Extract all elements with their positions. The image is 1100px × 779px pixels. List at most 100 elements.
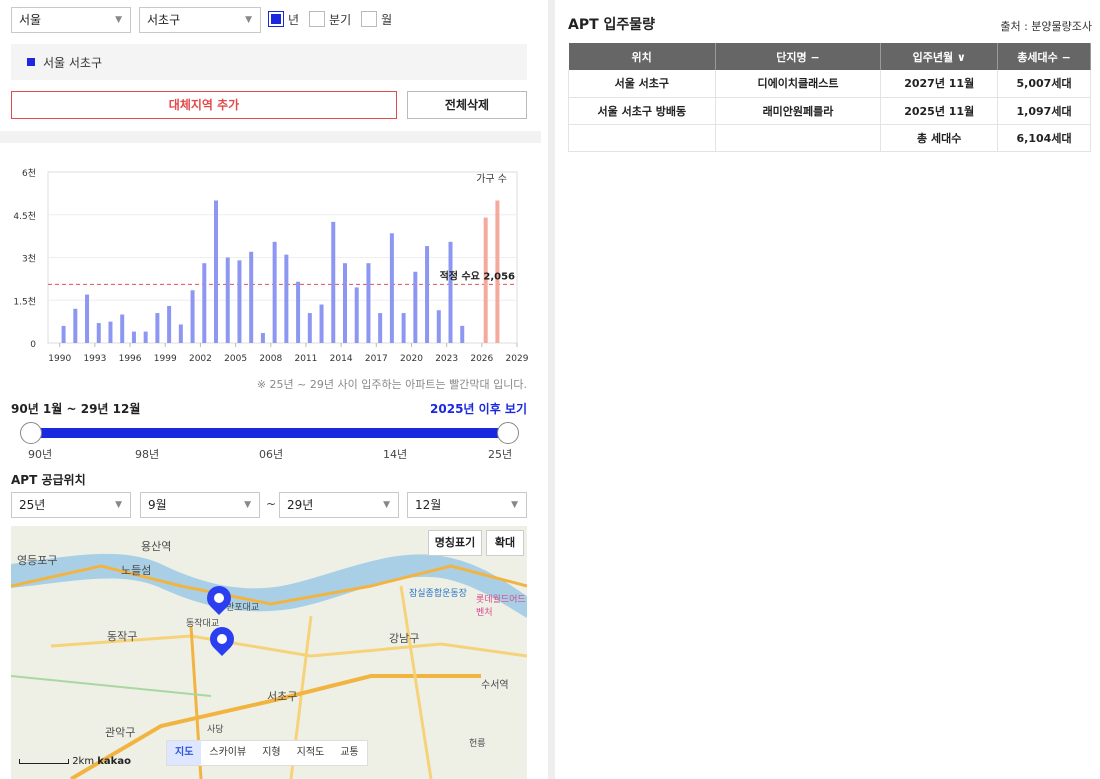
period-month-checkbox[interactable]	[361, 11, 378, 27]
col-complex-sort[interactable]: 단지명 −	[715, 43, 882, 70]
chart-bar	[389, 233, 394, 343]
chart-bar	[61, 325, 66, 343]
supply-chart-svg: 6천 4.5천 3천 1.5천 0 1990 1993 1996 1999 2002 2005 200…	[13, 168, 528, 364]
from-year-select[interactable]: 25년 ▼	[11, 492, 131, 518]
chart-bar	[401, 313, 406, 343]
cell-empty	[715, 124, 882, 152]
chart-legend: 가구 수	[476, 173, 507, 185]
apt-location-map[interactable]: 용산역 노들섬 영등포구 동작대교 반포대교 동작구 강남구 서초구 관악구 수…	[11, 526, 527, 779]
to-month-value: 12월	[415, 498, 442, 512]
y-tick-label: 1.5천	[13, 296, 36, 307]
x-tick-label: 1996	[119, 354, 142, 364]
x-tick-label: 1993	[83, 354, 106, 364]
map-tab-skyview[interactable]: 스카이뷰	[201, 741, 254, 765]
from-year-value: 25년	[19, 498, 46, 512]
chart-bar	[143, 331, 148, 343]
map-label: 롯데월드어드벤처	[476, 595, 526, 618]
map-tab-traffic[interactable]: 교통	[332, 741, 366, 765]
map-label: 반포대교	[226, 603, 260, 613]
section-divider	[0, 131, 541, 143]
district-value: 서초구	[147, 13, 181, 27]
chart-bar	[167, 305, 172, 343]
y-tick-label: 4.5천	[13, 211, 36, 222]
x-tick-label: 2011	[294, 354, 317, 364]
slider-tick-label: 25년	[488, 448, 513, 461]
map-zoom-button[interactable]: 확대	[486, 530, 524, 556]
city-select[interactable]: 서울 ▼	[11, 7, 131, 33]
chart-bar	[296, 281, 301, 343]
cell-total-households: 6,104세대	[997, 124, 1091, 152]
table-row: 서울 서초구 방배동 래미안원페를라 2025년 11월 1,097세대	[568, 97, 1091, 125]
col-households-sort[interactable]: 총세대수 −	[997, 43, 1091, 70]
range-slider-start-handle[interactable]	[20, 422, 42, 444]
to-month-select[interactable]: 12월 ▼	[407, 492, 527, 518]
left-panel: 서울 ▼ 서초구 ▼ 년 분기 월 서울 서초구 대체지역 추가 전체삭제 6천…	[0, 0, 541, 779]
map-scale: 2km kakao	[19, 756, 131, 767]
supply-table: 위치 단지명 − 입주년월 ∨ 총세대수 − 서울 서초구 디에이치클래스트 2…	[568, 43, 1091, 152]
period-quarter-label: 분기	[329, 12, 352, 27]
cell-move-in: 2025년 11월	[880, 97, 999, 125]
district-select[interactable]: 서초구 ▼	[139, 7, 261, 33]
cell-total-label: 총 세대수	[880, 124, 999, 152]
cell-households: 5,007세대	[997, 70, 1091, 98]
map-names-button[interactable]: 명칭표기	[428, 530, 482, 556]
cell-move-in: 2027년 11월	[880, 70, 999, 98]
cell-empty	[568, 124, 716, 152]
to-year-value: 29년	[287, 498, 314, 512]
slider-tick-label: 14년	[383, 448, 408, 461]
y-tick-label: 0	[30, 340, 36, 350]
range-tilde: ~	[266, 497, 277, 511]
chart-bar	[225, 257, 230, 343]
period-year-label: 년	[288, 12, 300, 27]
cell-complex: 래미안원페를라	[715, 97, 882, 125]
chart-bar	[108, 321, 113, 343]
panel-divider	[548, 0, 555, 779]
chart-bar	[249, 251, 254, 343]
map-label: 사당	[207, 725, 224, 735]
chart-bar	[155, 313, 160, 343]
period-month-label: 월	[381, 12, 393, 27]
table-header-row: 위치 단지명 − 입주년월 ∨ 총세대수 −	[568, 43, 1091, 70]
x-tick-label: 2023	[435, 354, 458, 364]
x-tick-label: 2002	[189, 354, 212, 364]
supply-chart: 6천 4.5천 3천 1.5천 0 1990 1993 1996 1999 2002 2005 200…	[0, 160, 541, 370]
map-tab-cadastral[interactable]: 지적도	[289, 741, 333, 765]
after-2025-link[interactable]: 2025년 이후 보기	[430, 400, 527, 417]
map-tab-map[interactable]: 지도	[167, 741, 202, 765]
range-slider-end-handle[interactable]	[497, 422, 519, 444]
x-tick-label: 2005	[224, 354, 247, 364]
add-region-button[interactable]: 대체지역 추가	[11, 91, 397, 119]
chart-bar	[214, 200, 219, 343]
chart-bar	[190, 290, 195, 343]
chart-bar	[120, 314, 125, 343]
supply-source: 출처 : 분양물량조사	[1000, 20, 1092, 33]
delete-all-button[interactable]: 전체삭제	[407, 91, 527, 119]
cell-location: 서울 서초구 방배동	[568, 97, 716, 125]
map-tab-terrain[interactable]: 지형	[254, 741, 288, 765]
scale-bar	[19, 759, 69, 764]
from-month-value: 9월	[148, 498, 167, 512]
region-color-square-icon	[27, 58, 35, 66]
chart-bar	[307, 313, 312, 343]
selected-region-label[interactable]: 서울 서초구	[43, 54, 102, 71]
map-label: 헌릉	[469, 739, 486, 749]
x-tick-label: 2014	[330, 354, 353, 364]
chart-bar	[96, 323, 101, 343]
period-year-checkbox[interactable]	[268, 11, 284, 27]
page: 서울 ▼ 서초구 ▼ 년 분기 월 서울 서초구 대체지역 추가 전체삭제 6천…	[0, 0, 1100, 779]
from-month-select[interactable]: 9월 ▼	[140, 492, 260, 518]
range-slider-track[interactable]	[31, 428, 509, 438]
period-quarter-checkbox[interactable]	[309, 11, 326, 27]
map-label: 영등포구	[17, 554, 58, 567]
selected-region-box: 서울 서초구	[11, 44, 527, 80]
chart-bar	[284, 254, 289, 343]
map-label: 동작대교	[186, 619, 220, 629]
col-move-in-sort[interactable]: 입주년월 ∨	[880, 43, 999, 70]
slider-tick-label: 90년	[28, 448, 53, 461]
chart-bar	[131, 331, 136, 343]
cell-households: 1,097세대	[997, 97, 1091, 125]
city-value: 서울	[19, 13, 42, 27]
to-year-select[interactable]: 29년 ▼	[279, 492, 399, 518]
x-tick-label: 1999	[154, 354, 177, 364]
col-location: 위치	[568, 43, 716, 70]
